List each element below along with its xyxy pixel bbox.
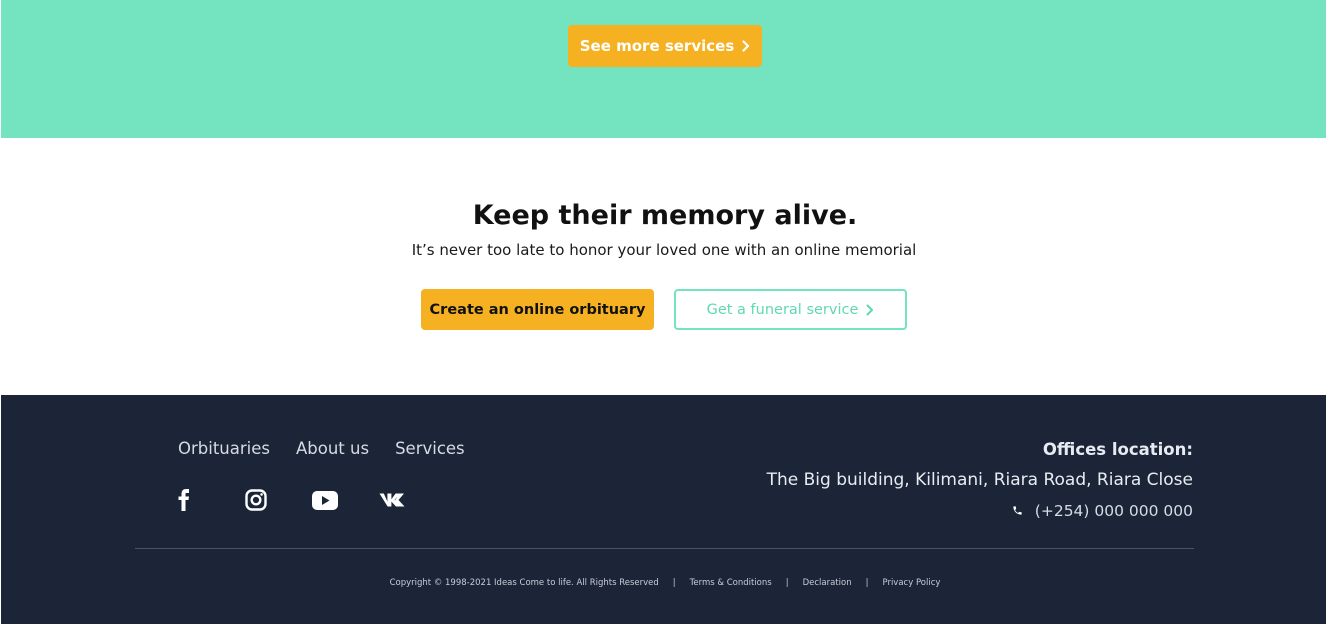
footer-divider <box>135 548 1194 549</box>
footer: Orbituaries About us Services Offices lo… <box>1 395 1326 624</box>
chevron-right-icon <box>742 40 750 52</box>
youtube-icon[interactable] <box>312 486 379 514</box>
footer-legal: Copyright © 1998-2021 Ideas Come to life… <box>111 576 1219 590</box>
see-more-services-button[interactable]: See more services <box>568 25 762 67</box>
terms-link[interactable]: Terms & Conditions <box>690 576 772 590</box>
legal-separator: | <box>865 578 869 588</box>
footer-nav: Orbituaries About us Services <box>178 437 465 461</box>
see-more-services-label: See more services <box>579 37 735 55</box>
instagram-icon[interactable] <box>245 486 312 514</box>
offices-address: The Big building, Kilimani, Riara Road, … <box>766 470 1193 490</box>
copyright-text: Copyright © 1998-2021 Ideas Come to life… <box>389 578 659 588</box>
vk-icon[interactable] <box>379 486 446 514</box>
page: See more services Keep their memory aliv… <box>0 0 1332 625</box>
declaration-link[interactable]: Declaration <box>803 576 852 590</box>
offices-phone: (+254) 000 000 000 <box>1012 499 1193 523</box>
create-obituary-label: Create an online orbituary <box>429 301 646 318</box>
footer-nav-orbituaries[interactable]: Orbituaries <box>178 437 270 461</box>
facebook-icon[interactable] <box>178 486 245 514</box>
offices-location-label: Offices location: <box>1042 440 1193 459</box>
phone-number[interactable]: (+254) 000 000 000 <box>1035 499 1193 523</box>
social-links <box>178 486 446 514</box>
cta-subtitle: It’s never too late to honor your loved … <box>411 241 917 259</box>
legal-separator: | <box>672 578 676 588</box>
funeral-service-button[interactable]: Get a funeral service <box>674 289 907 330</box>
footer-nav-services[interactable]: Services <box>395 437 465 461</box>
chevron-right-icon <box>866 304 874 316</box>
funeral-service-label: Get a funeral service <box>706 301 859 318</box>
cta-title: Keep their memory alive. <box>472 200 858 231</box>
services-band: See more services <box>1 0 1326 138</box>
footer-nav-about-us[interactable]: About us <box>296 437 369 461</box>
legal-separator: | <box>785 578 789 588</box>
phone-icon <box>1012 499 1023 523</box>
privacy-policy-link[interactable]: Privacy Policy <box>882 576 940 590</box>
create-obituary-button[interactable]: Create an online orbituary <box>421 289 654 330</box>
